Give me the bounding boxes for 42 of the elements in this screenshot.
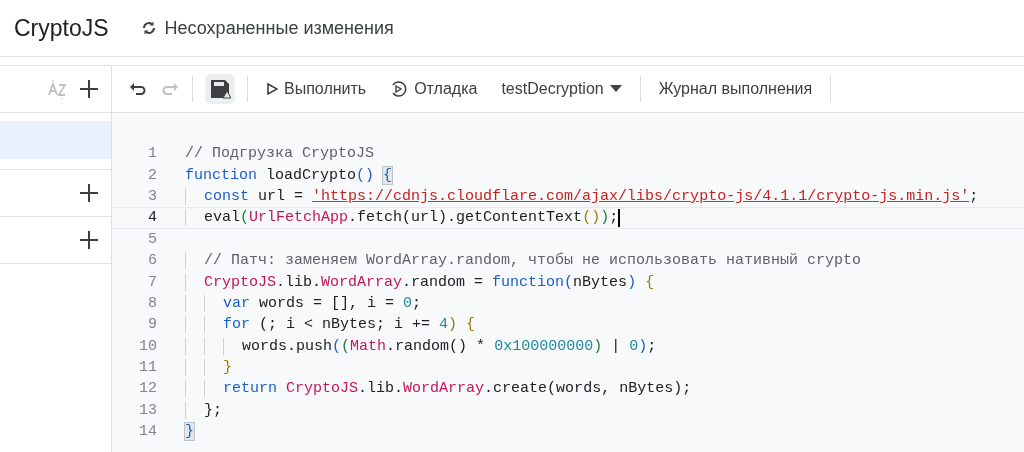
code-line: words.push((Math.random() * 0x100000000) | 0); [185, 337, 657, 355]
caret-icon [609, 85, 622, 93]
line-number: 11 [138, 359, 158, 377]
debug-icon [390, 80, 409, 98]
line-number: 13 [138, 401, 158, 419]
run-button[interactable]: Выполнить [260, 76, 373, 102]
code-line: CryptoJS.lib.WordArray.random = function(nBytes) { [185, 273, 655, 291]
code-line: eval(UrlFetchApp.fetch(url).getContentText()); [185, 209, 619, 227]
line-number: 4 [147, 209, 158, 227]
play-icon [266, 83, 278, 95]
code-line: } [185, 359, 233, 377]
project-title: CryptoJS [14, 14, 109, 42]
code-line: }; [185, 401, 223, 419]
line-number: 5 [147, 230, 158, 248]
line-number: 14 [138, 423, 158, 441]
line-number: 6 [147, 252, 158, 270]
debug-button[interactable]: Отладка [384, 76, 484, 102]
sync-icon [140, 20, 157, 36]
code-line: function loadCrypto() { [185, 166, 393, 184]
function-dropdown[interactable]: testDecryption [495, 76, 628, 102]
line-number: 7 [147, 273, 158, 291]
line-number: 8 [147, 294, 158, 312]
code-line: // Подгрузка CryptoJS [185, 145, 375, 163]
code-line: for (; i < nBytes; i += 4) { [185, 316, 476, 334]
code-line: // Патч: заменяем WordArray.random, чтобы не использовать нативный crypto [185, 252, 862, 270]
add-icon[interactable] [79, 79, 99, 99]
save-status: Несохраненные изменения [164, 17, 394, 39]
code-line: var words = [], i = 0; [185, 294, 422, 312]
line-number: 1 [147, 145, 158, 163]
text-cursor [618, 208, 621, 227]
line-number: 12 [138, 380, 158, 398]
execution-log-button[interactable]: Журнал выполнения [652, 76, 819, 102]
floppy-icon [209, 78, 231, 100]
line-number: 3 [147, 187, 158, 205]
add-icon[interactable] [79, 183, 99, 203]
save-button[interactable] [205, 74, 235, 104]
add-icon[interactable] [79, 230, 99, 250]
line-number: 9 [147, 316, 158, 334]
line-number: 10 [138, 337, 158, 355]
line-number: 2 [147, 166, 158, 184]
code-line: const url = 'https://cdnjs.cloudflare.com/ajax/libs/crypto-js/4.1.1/crypto-js.min.js'; [185, 187, 979, 205]
code-line: return CryptoJS.lib.WordArray.create(words, nBytes); [185, 380, 692, 398]
